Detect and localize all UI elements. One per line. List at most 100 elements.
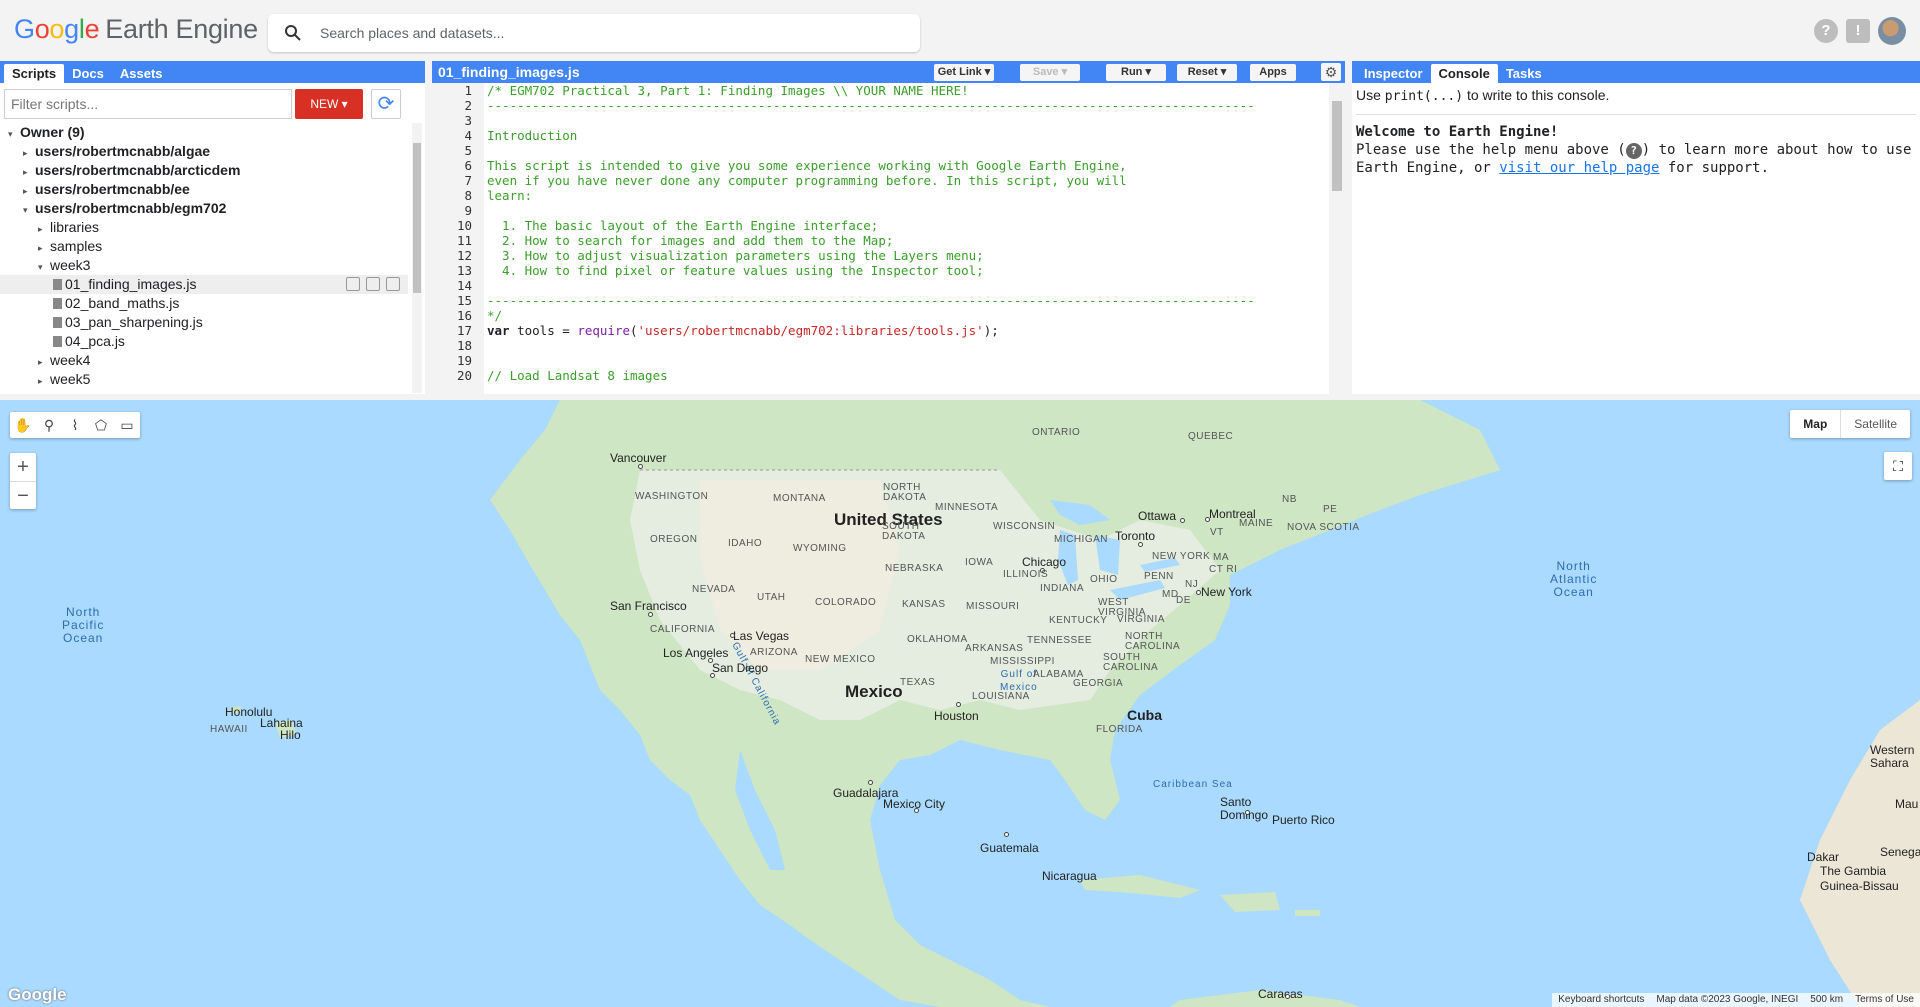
script-folder-item[interactable]: ▸ users/robertmcnabb/ee: [0, 180, 408, 199]
script-folder-item[interactable]: ▸ users/robertmcnabb/arcticdem: [0, 161, 408, 180]
tab-console[interactable]: Console: [1430, 64, 1498, 83]
help-page-link[interactable]: visit our help page: [1499, 160, 1659, 176]
map-label-la: Los Angeles: [663, 646, 729, 660]
console-output: Use print(...) to write to this console.…: [1352, 83, 1920, 181]
search-box[interactable]: Search places and datasets...: [268, 14, 920, 52]
map-label-california: CALIFORNIA: [650, 624, 716, 635]
map-label-newyork: NEW YORK: [1152, 551, 1211, 562]
zoom-in-button[interactable]: +: [10, 453, 36, 481]
map-label-arizona: ARIZONA: [750, 647, 798, 658]
refresh-icon[interactable]: ⟳: [371, 89, 401, 119]
tree-item-label: libraries: [50, 219, 100, 235]
map-label-michigan: MICHIGAN: [1054, 534, 1108, 545]
apps-button[interactable]: Apps: [1250, 64, 1296, 81]
map-canvas[interactable]: United States Mexico Cuba North Pacific …: [0, 400, 1920, 1007]
script-file-item[interactable]: 02_band_maths.js: [0, 294, 408, 313]
line-number: 13: [456, 263, 472, 278]
map-label-florida: FLORIDA: [1096, 724, 1143, 735]
gear-icon[interactable]: ⚙: [1321, 63, 1341, 81]
tab-scripts[interactable]: Scripts: [4, 64, 65, 83]
terms-of-use-link[interactable]: Terms of Use: [1855, 993, 1914, 1007]
code-text: ----------------------------------------…: [487, 293, 1255, 308]
map-type-satellite-button[interactable]: Satellite: [1840, 410, 1910, 438]
code-line: 16 */: [432, 308, 1328, 323]
divider: [1356, 114, 1916, 115]
run-button[interactable]: Run ▾: [1106, 64, 1166, 81]
polygon-tool-icon[interactable]: ⬠: [88, 412, 114, 438]
code-line: 20 // Load Landsat 8 images: [432, 368, 1328, 383]
line-number: 10: [456, 218, 472, 233]
tab-assets[interactable]: Assets: [112, 64, 171, 83]
pan-hand-icon[interactable]: ✋: [10, 412, 36, 438]
map-label-pr: Puerto Rico: [1272, 813, 1335, 827]
city-marker-icon: [1138, 542, 1143, 547]
script-folder-item[interactable]: ▾ users/robertmcnabb/egm702: [0, 199, 408, 218]
script-folder-item[interactable]: ▸ users/robertmcnabb/algae: [0, 142, 408, 161]
scrollbar[interactable]: [412, 123, 422, 393]
code-line: 15 --------------------------------------…: [432, 293, 1328, 308]
tab-docs[interactable]: Docs: [64, 64, 112, 83]
caret-right-icon[interactable]: ▸: [38, 372, 50, 391]
script-file-item[interactable]: 03_pan_sharpening.js: [0, 313, 408, 332]
tab-inspector[interactable]: Inspector: [1356, 64, 1431, 83]
map-type-map-button[interactable]: Map: [1790, 410, 1840, 438]
map-label-north-pacific-ocean: North Pacific Ocean: [62, 605, 105, 645]
scrollbar-thumb[interactable]: [1332, 101, 1342, 191]
script-folder-item[interactable]: ▾ week3: [0, 256, 408, 275]
script-file-item[interactable]: 04_pca.js: [0, 332, 408, 351]
file-icon: [53, 298, 62, 309]
tree-item-label: 04_pca.js: [65, 333, 125, 349]
new-button[interactable]: NEW ▾: [295, 89, 363, 119]
tree-item-label: 02_band_maths.js: [65, 295, 180, 311]
tree-item-label: week4: [50, 352, 91, 368]
map-label-nevada: NEVADA: [692, 584, 736, 595]
point-marker-icon[interactable]: ⚲: [36, 412, 62, 438]
map-label-nj: NJ: [1185, 579, 1199, 590]
city-marker-icon: [730, 633, 735, 638]
code-area[interactable]: 1 /* EGM702 Practical 3, Part 1: Finding …: [432, 83, 1328, 394]
tab-tasks[interactable]: Tasks: [1498, 64, 1550, 83]
script-file-item[interactable]: 01_finding_images.js: [0, 275, 408, 294]
fullscreen-icon[interactable]: ⛶: [1884, 452, 1912, 480]
line-number: 5: [464, 143, 472, 158]
map-label-nebraska: NEBRASKA: [885, 563, 944, 574]
line-number: 8: [464, 188, 472, 203]
zoom-out-button[interactable]: −: [10, 481, 36, 509]
map-label-vancouver: Vancouver: [610, 451, 667, 465]
earth-engine-logo[interactable]: Google Earth Engine: [14, 14, 258, 45]
map-attribution: Keyboard shortcuts Map data ©2023 Google…: [1552, 993, 1920, 1007]
avatar[interactable]: [1878, 17, 1906, 45]
map-label-illinois: ILLINOIS: [1003, 569, 1049, 580]
script-folder-item[interactable]: ▸ libraries: [0, 218, 408, 237]
filter-scripts-input[interactable]: Filter scripts...: [4, 89, 292, 119]
caret-down-icon: ▾: [341, 97, 348, 111]
tree-item-label: users/robertmcnabb/ee: [35, 181, 190, 197]
script-folder-item[interactable]: ▸ week4: [0, 351, 408, 370]
rectangle-tool-icon[interactable]: ▭: [114, 412, 140, 438]
history-icon[interactable]: [346, 277, 360, 291]
code-line: 2 ---------------------------------------…: [432, 98, 1328, 113]
map-label-wvirginia: WEST VIRGINIA: [1098, 597, 1146, 618]
line-number: 6: [464, 158, 472, 173]
script-folder-item[interactable]: ▸ week5: [0, 370, 408, 389]
help-icon[interactable]: ?: [1814, 19, 1838, 43]
get-link-button[interactable]: Get Link ▾: [934, 64, 994, 81]
line-tool-icon[interactable]: ⌇: [62, 412, 88, 438]
line-number: 1: [464, 83, 472, 98]
scrollbar-thumb[interactable]: [413, 143, 421, 293]
editor-scrollbar[interactable]: [1329, 83, 1345, 394]
reset-button[interactable]: Reset ▾: [1177, 64, 1237, 81]
rename-icon[interactable]: [366, 277, 380, 291]
keyboard-shortcuts-link[interactable]: Keyboard shortcuts: [1558, 993, 1644, 1007]
script-folder-item[interactable]: ▸ samples: [0, 237, 408, 256]
delete-icon[interactable]: [386, 277, 400, 291]
search-input[interactable]: Search places and datasets...: [320, 25, 504, 41]
feedback-icon[interactable]: !: [1846, 19, 1870, 43]
code-line: 14: [432, 278, 1328, 293]
map-label-santodomingo: Santo Domingo: [1220, 795, 1269, 822]
save-button[interactable]: Save ▾: [1020, 64, 1080, 81]
code-text: learn:: [487, 188, 533, 203]
code-line: 7 even if you have never done any compute…: [432, 173, 1328, 188]
script-folder-item[interactable]: ▾ Owner (9): [0, 123, 408, 142]
map-label-oregon: OREGON: [650, 534, 698, 545]
